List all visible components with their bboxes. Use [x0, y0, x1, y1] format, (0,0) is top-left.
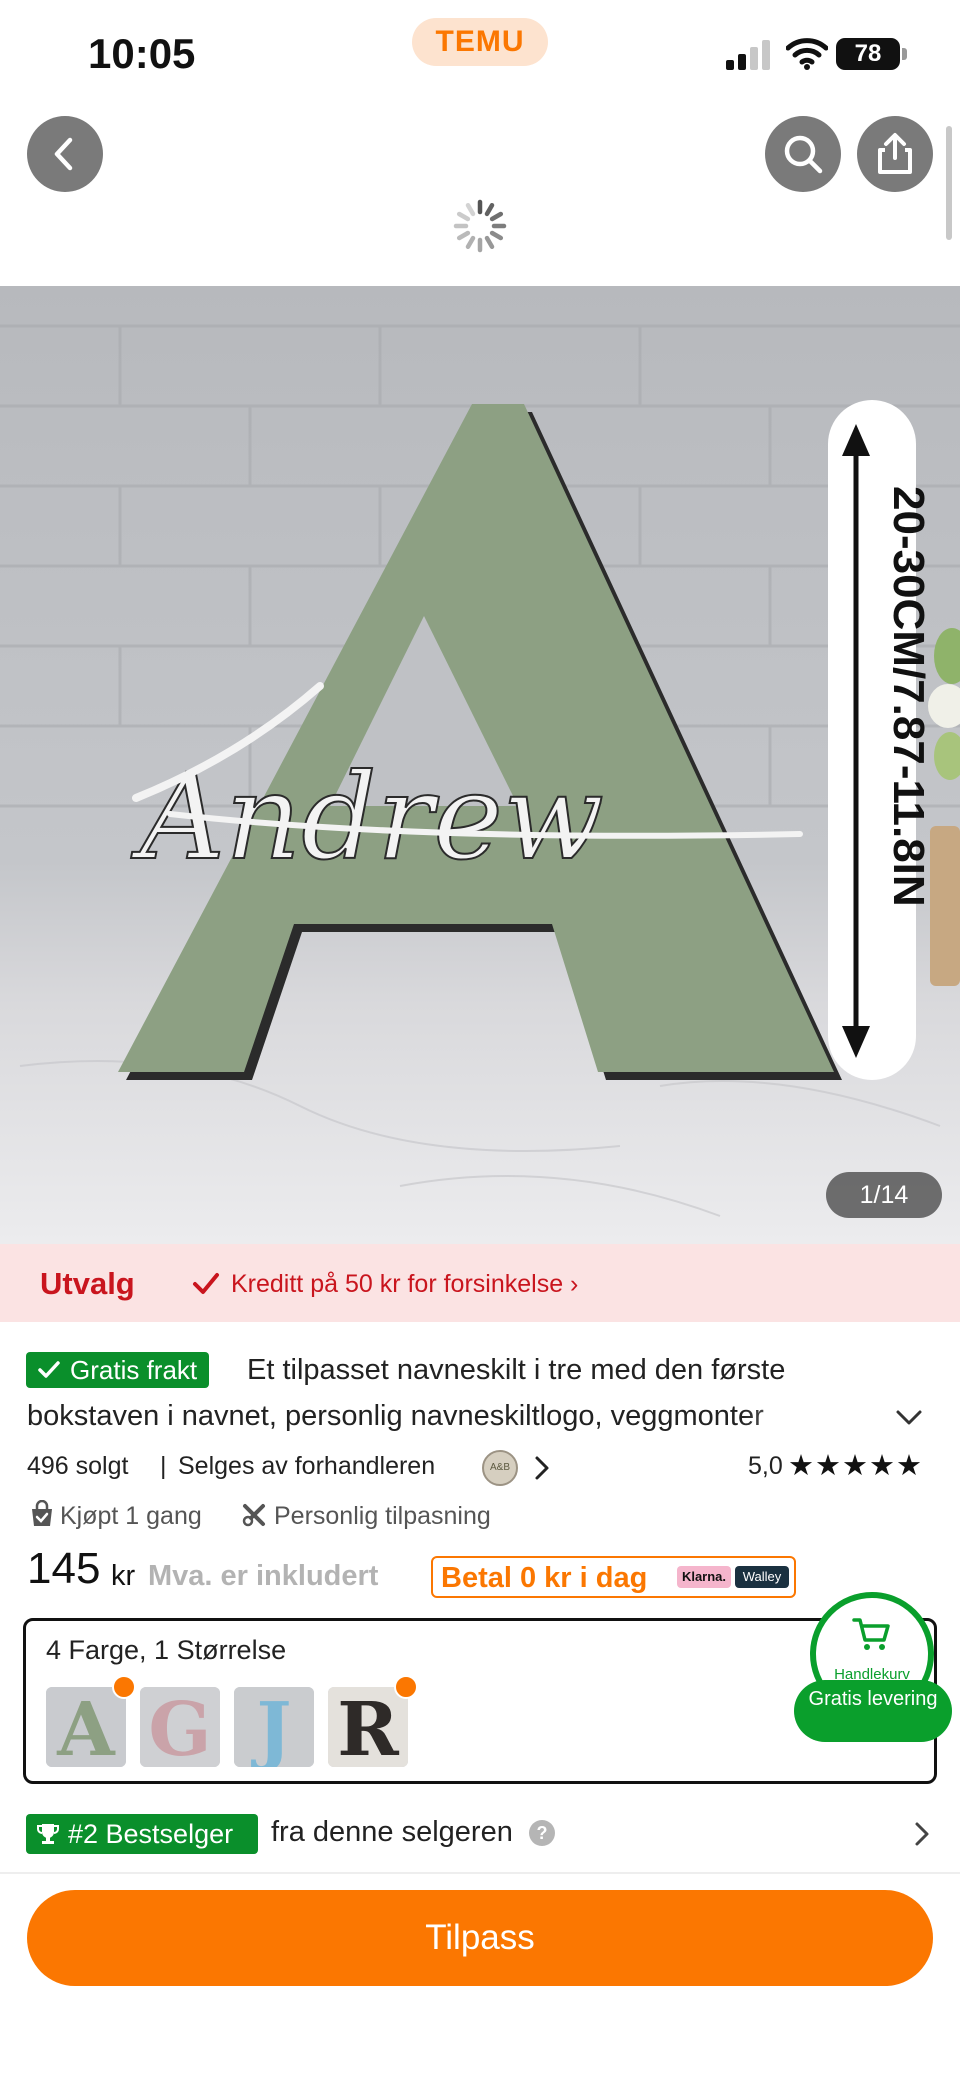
klarna-logo: Klarna.	[677, 1566, 731, 1588]
separator: |	[160, 1452, 167, 1480]
banner-title: Utvalg	[40, 1266, 135, 1301]
free-delivery-pill[interactable]: Gratis levering	[794, 1680, 952, 1742]
hero-dimension-label: 20-30CM/7.87-11.8IN	[884, 486, 933, 907]
seller-avatar[interactable]: A&B	[482, 1450, 518, 1486]
hot-badge-icon	[394, 1675, 418, 1699]
variant-thumb-black[interactable]: R	[328, 1687, 408, 1767]
price-currency: kr	[111, 1560, 136, 1592]
share-icon	[878, 133, 912, 174]
checkmark-icon	[193, 1273, 219, 1294]
product-image[interactable]: Andrew 20-30CM/7.87-11.8IN	[0, 286, 960, 1244]
status-bar: 10:05 TEMU 78	[0, 0, 960, 100]
seller-link[interactable]: Selges av forhandleren	[178, 1452, 435, 1481]
back-button[interactable]	[27, 116, 103, 192]
battery-indicator: 78	[836, 38, 900, 70]
product-title-line-2: bokstaven i navnet, personlig navneskilt…	[27, 1400, 764, 1432]
checkmark-icon	[38, 1361, 60, 1378]
variant-summary: 4 Farge, 1 Størrelse	[46, 1635, 287, 1665]
product-title-line-1: Et tilpasset navneskilt i tre med den fø…	[247, 1354, 786, 1386]
price-value: 145	[27, 1544, 101, 1593]
variant-thumb-blue[interactable]: J	[234, 1687, 314, 1767]
chevron-down-icon[interactable]	[894, 1402, 924, 1432]
vat-notice: Mva. er inkludert	[148, 1560, 379, 1592]
scroll-indicator[interactable]	[946, 126, 952, 240]
battery-nub	[902, 48, 907, 60]
variant-letter: J	[250, 1687, 291, 1767]
wifi-icon	[786, 38, 828, 70]
walley-logo: Walley	[735, 1566, 789, 1588]
pay-later-badge[interactable]: Betal 0 kr i dag Klarna. Walley	[431, 1556, 796, 1598]
customization-tools-icon	[242, 1504, 265, 1527]
pay-later-text: Betal 0 kr i dag	[441, 1562, 648, 1594]
trophy-icon	[37, 1824, 59, 1844]
product-photo: Andrew 20-30CM/7.87-11.8IN	[0, 324, 960, 1217]
bestseller-text[interactable]: fra denne selgeren	[271, 1816, 513, 1849]
temu-badge[interactable]: TEMU	[412, 18, 548, 66]
customize-button[interactable]: Tilpass	[27, 1890, 933, 1986]
variant-letter: R	[337, 1687, 399, 1767]
chevron-right-icon[interactable]	[530, 1454, 554, 1482]
status-time: 10:05	[88, 30, 196, 77]
cellular-signal-icon	[726, 40, 770, 70]
help-icon[interactable]: ?	[529, 1820, 555, 1846]
free-shipping-badge: Gratis frakt	[26, 1352, 210, 1388]
loading-spinner-icon	[453, 199, 507, 253]
bought-count: Kjøpt 1 gang	[60, 1502, 202, 1530]
variant-thumb-image: J	[234, 1687, 314, 1767]
rating-value: 5,0	[748, 1452, 783, 1480]
banner-credit-text: Kreditt på 50 kr for forsinkelse ›	[231, 1270, 579, 1298]
search-button[interactable]	[765, 116, 841, 192]
promo-banner[interactable]: Utvalg Kreditt på 50 kr for forsinkelse …	[0, 1244, 960, 1322]
image-counter: 1/14	[826, 1172, 942, 1218]
customization-label: Personlig tilpasning	[274, 1502, 491, 1530]
chevron-left-icon	[54, 137, 73, 171]
bestseller-badge: #2 Bestselger	[26, 1814, 258, 1854]
variant-thumb-image: A	[46, 1687, 126, 1767]
variant-thumb-pink[interactable]: G	[140, 1687, 220, 1767]
variant-letter: A	[56, 1687, 116, 1767]
shopping-cart-icon	[852, 1618, 890, 1650]
variant-thumb-image: R	[328, 1687, 408, 1767]
bestseller-label: #2 Bestselger	[68, 1819, 234, 1849]
hot-badge-icon	[112, 1675, 136, 1699]
variant-thumb-green[interactable]: A	[46, 1687, 126, 1767]
free-shipping-label: Gratis frakt	[70, 1355, 198, 1385]
share-button[interactable]	[857, 116, 933, 192]
rating-stars[interactable]: ★★★★★	[788, 1448, 923, 1483]
shopping-bag-icon	[32, 1500, 52, 1526]
divider	[0, 1872, 960, 1874]
sold-count: 496 solgt	[27, 1452, 129, 1480]
search-icon	[784, 135, 823, 174]
variant-thumb-image: G	[140, 1687, 220, 1767]
chevron-right-icon[interactable]	[912, 1820, 932, 1848]
variant-letter: G	[148, 1687, 211, 1767]
